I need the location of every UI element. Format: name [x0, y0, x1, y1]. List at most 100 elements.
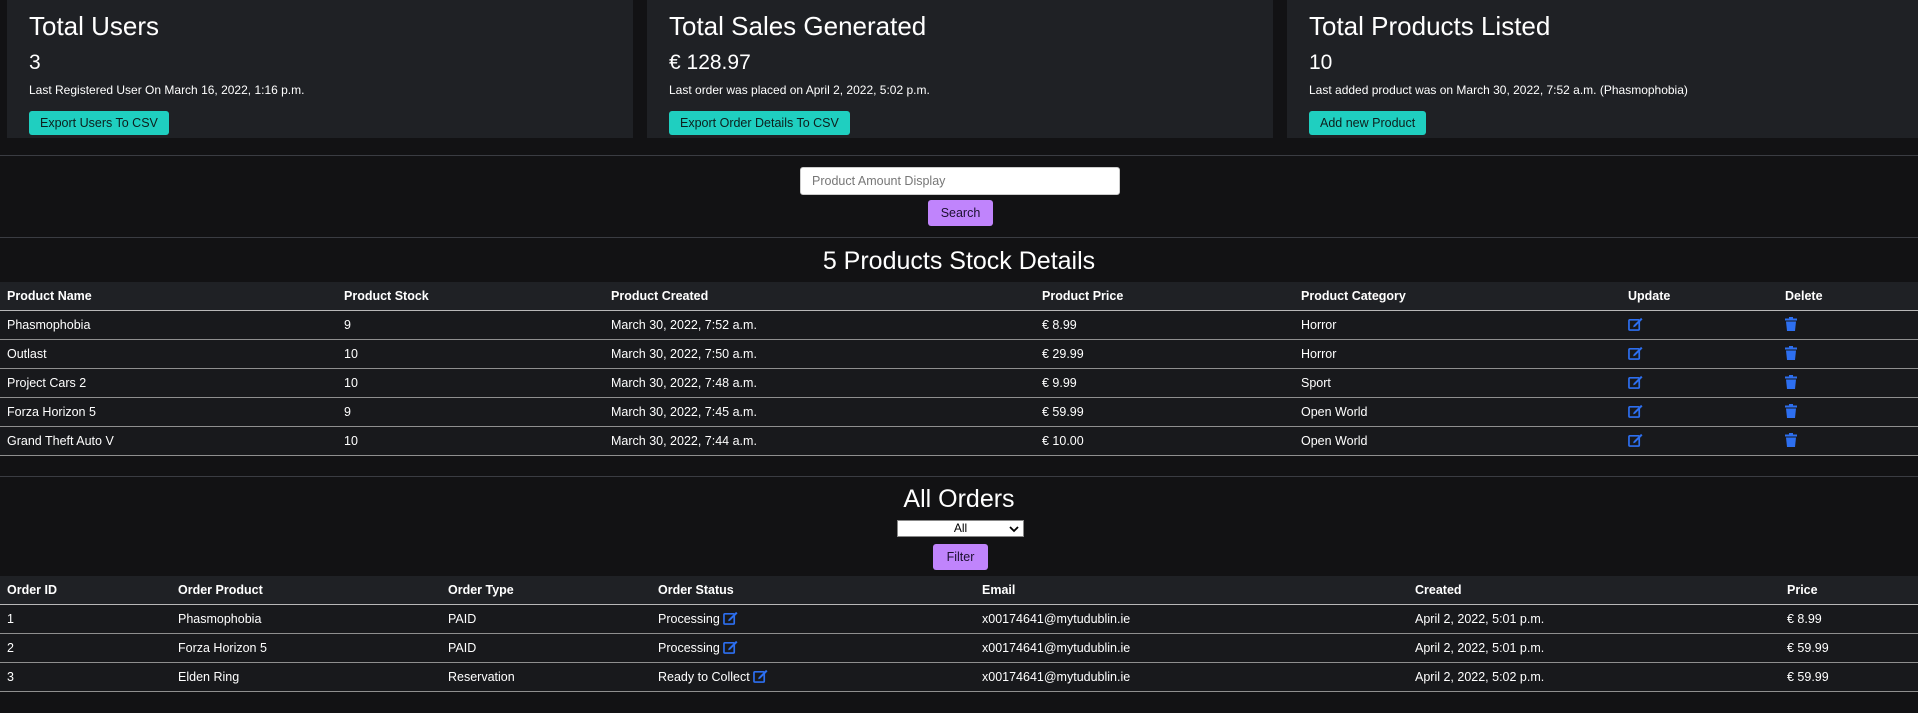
trash-icon[interactable]: [1785, 432, 1797, 450]
order-status: Processing: [658, 611, 720, 626]
column-header: Product Price: [1035, 282, 1294, 311]
card-title: Total Users: [29, 11, 160, 41]
order-id: 1: [0, 604, 171, 634]
order-filter-value: All: [953, 521, 968, 535]
order-status: Ready to Collect: [658, 669, 750, 684]
product-stock: 10: [337, 426, 604, 456]
card-total-users: Total Users 3 Last Registered User On Ma…: [7, 0, 633, 138]
order-created: April 2, 2022, 5:02 p.m.: [1408, 662, 1780, 692]
card-value: 3: [29, 51, 41, 74]
product-category: Horror: [1294, 310, 1621, 340]
trash-icon[interactable]: [1785, 374, 1797, 392]
card-note: Last Registered User On March 16, 2022, …: [29, 83, 305, 97]
table-header-row: Order ID Order Product Order Type Order …: [0, 576, 1918, 605]
table-row: Outlast 10 March 30, 2022, 7:50 a.m. € 2…: [0, 339, 1918, 369]
delete-cell: [1778, 310, 1918, 340]
update-cell: [1621, 368, 1778, 398]
edit-icon[interactable]: [1628, 346, 1643, 363]
product-amount-input[interactable]: [800, 167, 1120, 195]
delete-cell: [1778, 397, 1918, 427]
divider: [0, 155, 1918, 156]
card-value: 10: [1309, 51, 1333, 74]
product-name: Project Cars 2: [0, 368, 337, 398]
order-status-cell: Ready to Collect: [651, 662, 975, 692]
order-email: x00174641@mytudublin.ie: [975, 604, 1408, 634]
product-category: Horror: [1294, 339, 1621, 369]
order-type: PAID: [441, 633, 651, 663]
product-category: Open World: [1294, 426, 1621, 456]
delete-cell: [1778, 426, 1918, 456]
edit-icon[interactable]: [1628, 433, 1643, 450]
product-price: € 59.99: [1035, 397, 1294, 427]
product-price: € 8.99: [1035, 310, 1294, 340]
column-header: Email: [975, 576, 1408, 605]
card-total-products: Total Products Listed 10 Last added prod…: [1287, 0, 1918, 138]
edit-icon[interactable]: [1628, 404, 1643, 421]
product-price: € 29.99: [1035, 339, 1294, 369]
product-name: Forza Horizon 5: [0, 397, 337, 427]
product-created: March 30, 2022, 7:48 a.m.: [604, 368, 1035, 398]
order-price: € 59.99: [1780, 662, 1918, 692]
order-email: x00174641@mytudublin.ie: [975, 662, 1408, 692]
column-header: Order Product: [171, 576, 441, 605]
edit-icon[interactable]: [723, 611, 738, 628]
table-row: Phasmophobia 9 March 30, 2022, 7:52 a.m.…: [0, 310, 1918, 340]
delete-cell: [1778, 368, 1918, 398]
order-filter-select[interactable]: All: [897, 520, 1024, 537]
table-row: Grand Theft Auto V 10 March 30, 2022, 7:…: [0, 426, 1918, 456]
product-stock: 10: [337, 339, 604, 369]
chevron-down-icon: [1009, 523, 1019, 538]
orders-table: Order ID Order Product Order Type Order …: [0, 576, 1918, 692]
divider: [0, 476, 1918, 477]
table-row: Project Cars 2 10 March 30, 2022, 7:48 a…: [0, 368, 1918, 398]
order-id: 2: [0, 633, 171, 663]
product-created: March 30, 2022, 7:52 a.m.: [604, 310, 1035, 340]
order-type: Reservation: [441, 662, 651, 692]
update-cell: [1621, 397, 1778, 427]
order-status-cell: Processing: [651, 604, 975, 634]
card-total-sales: Total Sales Generated € 128.97 Last orde…: [647, 0, 1273, 138]
search-button[interactable]: Search: [928, 200, 993, 226]
column-header: Product Name: [0, 282, 337, 311]
order-status-cell: Processing: [651, 633, 975, 663]
product-created: March 30, 2022, 7:50 a.m.: [604, 339, 1035, 369]
order-email: x00174641@mytudublin.ie: [975, 633, 1408, 663]
export-users-button[interactable]: Export Users To CSV: [29, 111, 169, 135]
order-product: Forza Horizon 5: [171, 633, 441, 663]
product-created: March 30, 2022, 7:44 a.m.: [604, 426, 1035, 456]
add-product-button[interactable]: Add new Product: [1309, 111, 1427, 135]
column-header: Product Created: [604, 282, 1035, 311]
card-note: Last added product was on March 30, 2022…: [1309, 83, 1688, 97]
order-created: April 2, 2022, 5:01 p.m.: [1408, 633, 1780, 663]
column-header: Created: [1408, 576, 1780, 605]
order-price: € 8.99: [1780, 604, 1918, 634]
export-orders-button[interactable]: Export Order Details To CSV: [669, 111, 850, 135]
update-cell: [1621, 339, 1778, 369]
card-title: Total Products Listed: [1309, 11, 1551, 41]
column-header: Product Category: [1294, 282, 1621, 311]
order-id: 3: [0, 662, 171, 692]
order-price: € 59.99: [1780, 633, 1918, 663]
update-cell: [1621, 426, 1778, 456]
trash-icon[interactable]: [1785, 316, 1797, 334]
products-table: Product Name Product Stock Product Creat…: [0, 282, 1918, 456]
card-value: € 128.97: [669, 51, 751, 74]
table-row: 3 Elden Ring Reservation Ready to Collec…: [0, 662, 1918, 692]
product-stock: 9: [337, 397, 604, 427]
product-stock: 10: [337, 368, 604, 398]
divider: [0, 237, 1918, 238]
update-cell: [1621, 310, 1778, 340]
edit-icon[interactable]: [723, 640, 738, 657]
trash-icon[interactable]: [1785, 403, 1797, 421]
edit-icon[interactable]: [1628, 375, 1643, 392]
column-header: Delete: [1778, 282, 1918, 311]
table-row: Forza Horizon 5 9 March 30, 2022, 7:45 a…: [0, 397, 1918, 427]
edit-icon[interactable]: [753, 669, 768, 686]
product-name: Outlast: [0, 339, 337, 369]
filter-button[interactable]: Filter: [933, 544, 988, 570]
product-stock: 9: [337, 310, 604, 340]
order-product: Phasmophobia: [171, 604, 441, 634]
products-section-title: 5 Products Stock Details: [822, 247, 1096, 275]
trash-icon[interactable]: [1785, 345, 1797, 363]
edit-icon[interactable]: [1628, 317, 1643, 334]
